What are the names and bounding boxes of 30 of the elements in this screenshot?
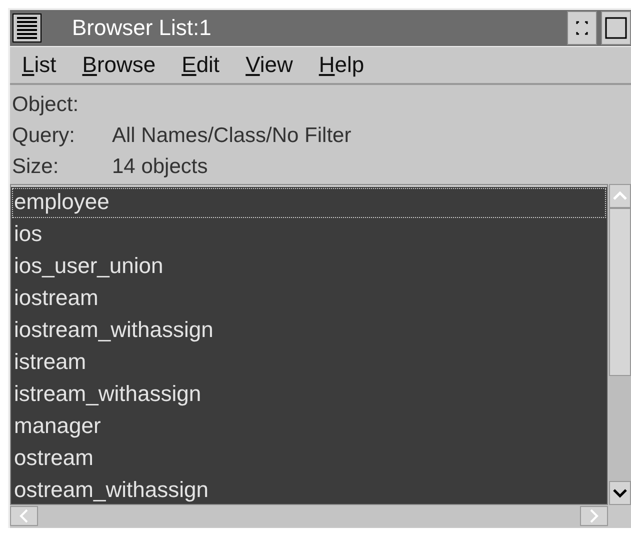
field-label: Query: [12, 124, 76, 148]
class-entry[interactable]: ostream_withassign [11, 475, 607, 504]
vertical-scrollbar[interactable] [609, 184, 631, 505]
scroll-left-icon[interactable] [10, 506, 38, 526]
menu-item[interactable]: List [16, 50, 62, 80]
class-entry[interactable]: ios [11, 219, 607, 251]
class-entry[interactable]: ostream [11, 443, 607, 475]
maximize-icon[interactable] [601, 11, 631, 45]
horizontal-scrollbar[interactable] [10, 505, 608, 527]
class-entry[interactable]: istream_withassign [11, 379, 607, 411]
class-entry[interactable]: manager [11, 411, 607, 443]
class-entry[interactable]: iostream [11, 283, 607, 315]
field-value: All Names/Class/No Filter [112, 124, 352, 148]
field-label: Size: [12, 154, 60, 178]
minimize-icon[interactable] [567, 11, 597, 45]
class-entry[interactable]: ios_user_union [11, 251, 607, 283]
class-entry[interactable]: iostream_withassign [11, 315, 607, 347]
menu-item[interactable]: View [240, 50, 299, 80]
field-label: Object: [12, 92, 80, 116]
window-menu-icon[interactable] [12, 13, 42, 43]
scroll-up-icon[interactable] [609, 184, 631, 208]
menu-item[interactable]: Help [312, 50, 370, 80]
menu-item[interactable]: Edit [176, 50, 226, 80]
window-title: Browser List:1 [72, 15, 212, 41]
scroll-down-icon[interactable] [609, 481, 631, 505]
scroll-thumb[interactable] [609, 208, 631, 376]
class-entry[interactable]: istream [11, 347, 607, 379]
class-entry[interactable]: employee [11, 187, 607, 219]
field-value: 14 objects [112, 154, 208, 178]
menu-item[interactable]: Browse [76, 50, 162, 80]
